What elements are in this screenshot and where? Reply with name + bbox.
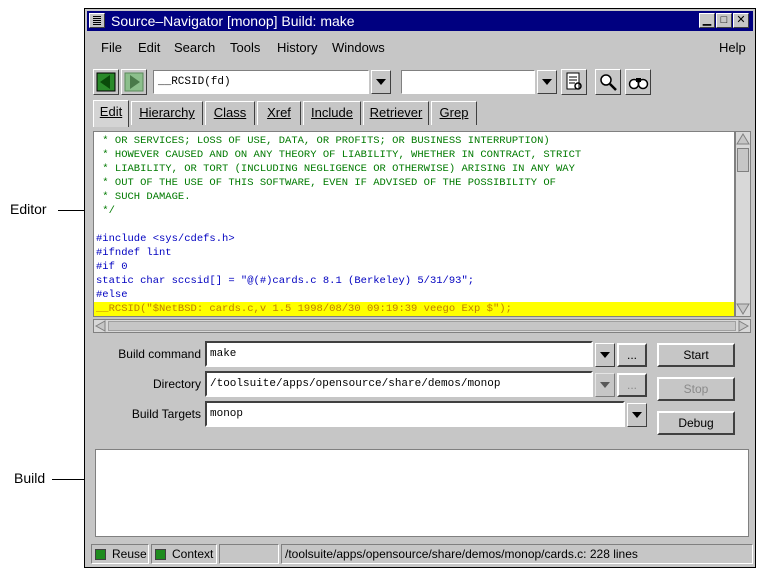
editor-line: #include <sys/cdefs.h>	[96, 233, 235, 245]
editor-pane[interactable]: * OR SERVICES; LOSS OF USE, DATA, OR PRO…	[93, 131, 735, 317]
scroll-thumb[interactable]	[737, 148, 749, 172]
editor-line: * LIABILITY, OR TORT (INCLUDING NEGLIGEN…	[96, 163, 575, 175]
stop-button[interactable]: Stop	[657, 377, 735, 401]
toolbar: __RCSID(fd)	[87, 67, 753, 99]
start-button[interactable]: Start	[657, 343, 735, 367]
editor-line: #ifndef lint	[96, 247, 172, 259]
build-targets-input[interactable]: monop	[205, 401, 625, 427]
reuse-checkbox-icon	[95, 549, 106, 560]
debug-button[interactable]: Debug	[657, 411, 735, 435]
build-command-label: Build command	[118, 347, 201, 361]
directory-input[interactable]: /toolsuite/apps/opensource/share/demos/m…	[205, 371, 593, 397]
grep-button[interactable]	[595, 69, 621, 95]
editor-line: * OR SERVICES; LOSS OF USE, DATA, OR PRO…	[96, 135, 550, 147]
build-command-dropdown[interactable]	[595, 343, 615, 367]
browse-button[interactable]	[625, 69, 651, 95]
window-title: Source–Navigator [monop] Build: make	[111, 13, 355, 29]
editor-line: #else	[96, 289, 128, 301]
editor-line: * HOWEVER CAUSED AND ON ANY THEORY OF LI…	[96, 149, 582, 161]
editor-horizontal-scrollbar[interactable]	[93, 319, 751, 333]
forward-arrow-icon	[124, 72, 144, 92]
maximize-button[interactable]: □	[716, 13, 732, 28]
back-button[interactable]	[93, 69, 119, 95]
menu-help[interactable]: Help	[719, 40, 746, 55]
directory-label: Directory	[152, 377, 201, 391]
status-empty-cell	[219, 544, 279, 564]
directory-dropdown[interactable]	[595, 373, 615, 397]
status-message: /toolsuite/apps/opensource/share/demos/m…	[281, 544, 753, 564]
build-targets-label: Build Targets	[131, 407, 201, 421]
forward-button[interactable]	[121, 69, 147, 95]
retriever-button[interactable]	[561, 69, 587, 95]
callout-build: Build	[14, 470, 46, 486]
reuse-label: Reuse	[112, 547, 147, 561]
binoculars-icon	[628, 78, 649, 90]
close-button[interactable]: ✕	[733, 13, 749, 28]
tab-include[interactable]: Include	[303, 101, 361, 125]
menu-file[interactable]: File	[101, 40, 122, 55]
editor-line-highlighted: __RCSID("$NetBSD: cards.c,v 1.5 1998/08/…	[94, 302, 734, 316]
scroll-right-icon	[738, 320, 750, 332]
context-checkbox-icon	[155, 549, 166, 560]
editor-line: */	[96, 205, 115, 217]
tab-hierarchy[interactable]: Hierarchy	[131, 101, 203, 125]
document-search-icon	[566, 72, 582, 90]
editor-line: #if 0	[96, 261, 128, 273]
editor-line: * OUT OF THE USE OF THIS SOFTWARE, EVEN …	[96, 177, 556, 189]
callout-editor: Editor	[10, 201, 47, 217]
tab-xref[interactable]: Xref	[257, 101, 301, 125]
system-menu-icon[interactable]	[89, 13, 105, 28]
menu-tools[interactable]: Tools	[230, 40, 260, 55]
tab-edit[interactable]: Edit	[93, 100, 129, 127]
editor-line: * SUCH DAMAGE.	[96, 191, 191, 203]
source-navigator-window: Source–Navigator [monop] Build: make ▁ □…	[84, 8, 756, 568]
build-output-pane[interactable]	[95, 449, 749, 537]
menu-windows[interactable]: Windows	[332, 40, 385, 55]
menu-history[interactable]: History	[277, 40, 317, 55]
editor-vertical-scrollbar[interactable]	[735, 131, 751, 317]
symbol-combo[interactable]: __RCSID(fd)	[153, 70, 369, 94]
symbol-dropdown-button[interactable]	[371, 70, 391, 94]
build-command-browse-button[interactable]: ...	[617, 343, 647, 367]
menu-search[interactable]: Search	[174, 40, 215, 55]
context-toggle[interactable]: Context	[151, 544, 217, 564]
scroll-up-icon	[736, 133, 750, 145]
status-bar: Reuse Context /toolsuite/apps/opensource…	[91, 544, 753, 564]
magnifier-icon	[600, 74, 617, 91]
tab-class[interactable]: Class	[205, 101, 255, 125]
back-arrow-icon	[96, 72, 116, 92]
tab-grep[interactable]: Grep	[431, 101, 477, 125]
reuse-toggle[interactable]: Reuse	[91, 544, 149, 564]
scroll-thumb[interactable]	[108, 321, 736, 331]
scroll-down-icon	[736, 303, 750, 315]
second-combo[interactable]	[401, 70, 535, 94]
directory-browse-button[interactable]: ...	[617, 373, 647, 397]
build-command-input[interactable]: make	[205, 341, 593, 367]
scroll-left-icon	[94, 320, 106, 332]
editor-line: static char sccsid[] = "@(#)cards.c 8.1 …	[96, 275, 475, 287]
title-bar[interactable]: Source–Navigator [monop] Build: make ▁ □…	[87, 11, 753, 31]
context-label: Context	[172, 547, 214, 561]
second-dropdown-button[interactable]	[537, 70, 557, 94]
menu-edit[interactable]: Edit	[138, 40, 160, 55]
build-targets-dropdown[interactable]	[627, 403, 647, 427]
menu-bar: File Edit Search Tools History Windows H…	[87, 35, 753, 59]
minimize-button[interactable]: ▁	[699, 13, 715, 28]
tab-retriever[interactable]: Retriever	[363, 101, 429, 125]
